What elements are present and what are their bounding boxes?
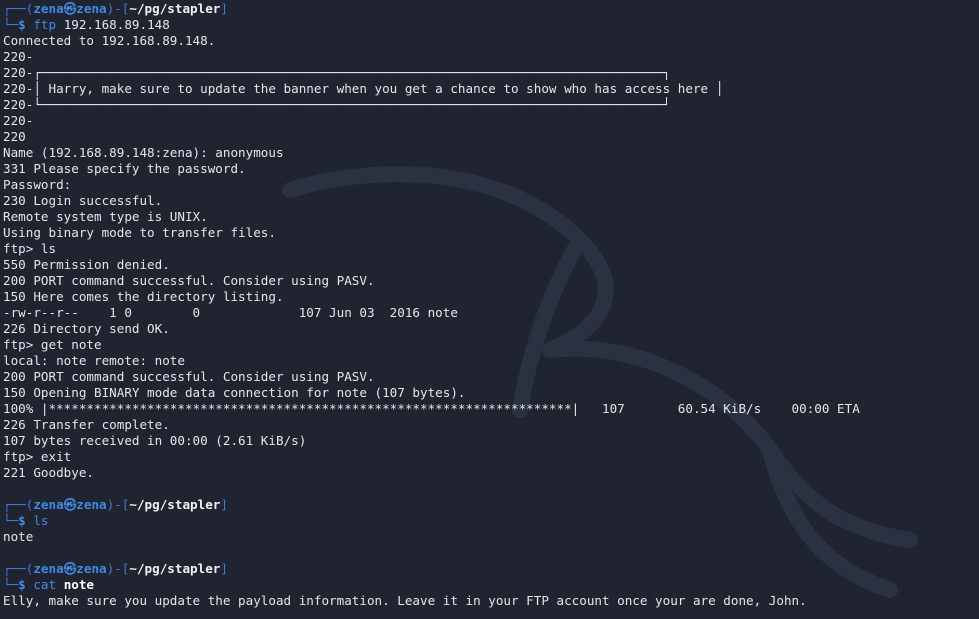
prompt-separator: )-[ xyxy=(106,561,130,576)
output-line: 220-┌───────────────────────────────────… xyxy=(3,65,671,80)
prompt-dollar: $ xyxy=(18,513,34,528)
command-name: ftp xyxy=(33,17,57,32)
output-line: 220 xyxy=(3,129,26,144)
prompt-command-line: └─$ ls xyxy=(3,513,979,529)
output-line: 220- xyxy=(3,49,34,64)
output-line: Password: xyxy=(3,177,72,192)
prompt-user: zena xyxy=(33,497,64,512)
output-line: Elly, make sure you update the payload i… xyxy=(3,593,807,608)
command-name: cat xyxy=(33,577,57,592)
command-name: ls xyxy=(33,513,49,528)
prompt-path: ~/pg/stapler xyxy=(129,1,221,16)
output-line: 150 Opening BINARY mode data connection … xyxy=(3,385,466,400)
prompt-close-bracket: ] xyxy=(220,561,228,576)
output-line: 200 PORT command successful. Consider us… xyxy=(3,369,375,384)
output-line: 107 bytes received in 00:00 (2.61 KiB/s) xyxy=(3,433,307,448)
output-line: Using binary mode to transfer files. xyxy=(3,225,276,240)
output-line: 200 PORT command successful. Consider us… xyxy=(3,273,375,288)
prompt-close-bracket: ] xyxy=(220,497,228,512)
prompt-close-bracket: ] xyxy=(220,1,228,16)
prompt-host: zena xyxy=(76,561,107,576)
prompt-at-symbol: ㉿ xyxy=(63,497,77,512)
prompt-path: ~/pg/stapler xyxy=(129,497,221,512)
output-line: 550 Permission denied. xyxy=(3,257,170,272)
output-line: Name (192.168.89.148:zena): anonymous xyxy=(3,145,284,160)
prompt-host: zena xyxy=(76,1,107,16)
terminal-output[interactable]: ┌──(zena㉿zena)-[~/pg/stapler] └─$ ftp 19… xyxy=(3,1,979,619)
output-line: 221 Goodbye. xyxy=(3,465,94,480)
output-line: Remote system type is UNIX. xyxy=(3,209,208,224)
prompt-command-line: └─$ cat note xyxy=(3,577,979,593)
prompt-dollar: $ xyxy=(18,577,34,592)
prompt-header: ┌──(zena㉿zena)-[~/pg/stapler] xyxy=(3,497,979,513)
ls-output: note xyxy=(3,529,979,545)
prompt-box-bottom: └─ xyxy=(3,17,19,32)
prompt-separator: )-[ xyxy=(106,1,130,16)
prompt-path: ~/pg/stapler xyxy=(129,561,221,576)
cat-output: Elly, make sure you update the payload i… xyxy=(3,593,979,609)
output-line: ftp> get note xyxy=(3,337,102,352)
output-line: ftp> exit xyxy=(3,449,72,464)
prompt-user: zena xyxy=(33,561,64,576)
prompt-at-symbol: ㉿ xyxy=(63,1,77,16)
ftp-session-output: Connected to 192.168.89.148. 220- 220-┌───… xyxy=(3,33,979,481)
output-line: local: note remote: note xyxy=(3,353,185,368)
prompt-header: ┌──(zena㉿zena)-[~/pg/stapler] xyxy=(3,561,979,577)
prompt-at-symbol: ㉿ xyxy=(63,561,77,576)
prompt-box-top: ┌──( xyxy=(3,497,34,512)
output-line: 220-└───────────────────────────────────… xyxy=(3,97,671,112)
output-line: 220- xyxy=(3,113,34,128)
prompt-box-bottom: └─ xyxy=(3,513,19,528)
output-line: Connected to 192.168.89.148. xyxy=(3,33,216,48)
prompt-host: zena xyxy=(76,497,107,512)
output-line: -rw-r--r-- 1 0 0 107 Jun 03 2016 note xyxy=(3,305,458,320)
prompt-user: zena xyxy=(33,1,64,16)
output-line: 331 Please specify the password. xyxy=(3,161,246,176)
output-line: 230 Login successful. xyxy=(3,193,163,208)
prompt-dollar: $ xyxy=(18,17,34,32)
prompt-box-top: ┌──( xyxy=(3,1,34,16)
prompt-separator: )-[ xyxy=(106,497,130,512)
output-line: 226 Directory send OK. xyxy=(3,321,170,336)
command-argument: note xyxy=(63,577,95,592)
prompt-box-top: ┌──( xyxy=(3,561,34,576)
output-line: 220-│ Harry, make sure to update the ban… xyxy=(3,81,724,96)
output-line: 150 Here comes the directory listing. xyxy=(3,289,284,304)
command-argument: 192.168.89.148 xyxy=(63,17,170,32)
prompt-box-bottom: └─ xyxy=(3,577,19,592)
output-line: 226 Transfer complete. xyxy=(3,417,170,432)
output-line: note xyxy=(3,529,34,544)
output-line: 100% |**********************************… xyxy=(3,401,860,416)
output-line: ftp> ls xyxy=(3,241,57,256)
prompt-command-line: └─$ ftp 192.168.89.148 xyxy=(3,17,979,33)
prompt-header: ┌──(zena㉿zena)-[~/pg/stapler] xyxy=(3,1,979,17)
